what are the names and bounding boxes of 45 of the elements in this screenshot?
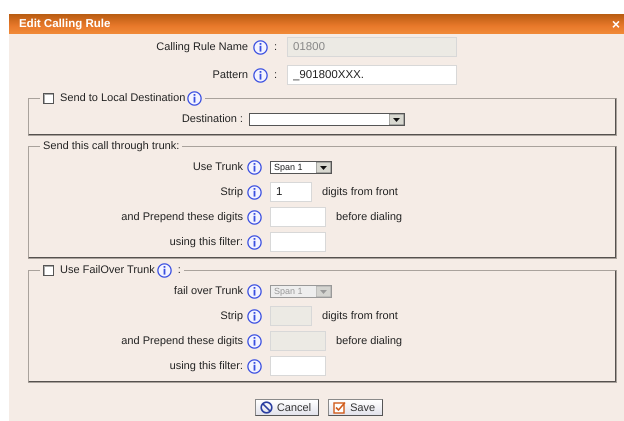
info-icon[interactable] — [247, 184, 262, 200]
field-label: Pattern — [212, 69, 248, 81]
info-icon[interactable] — [247, 358, 262, 374]
info-icon[interactable] — [247, 210, 262, 224]
text-field[interactable]: _901800XXX. — [287, 65, 457, 85]
text-field[interactable]: 1 — [270, 182, 312, 202]
text-field[interactable] — [270, 356, 326, 376]
text-field[interactable] — [270, 232, 326, 252]
field-label: Destination : — [180, 113, 243, 125]
field-hint: digits from front — [322, 186, 398, 198]
cancel-icon — [260, 401, 273, 414]
field-hint: digits from front — [322, 310, 398, 322]
dialog-title: Edit Calling Rule — [19, 18, 110, 30]
field-label: using this filter: — [168, 360, 243, 372]
field-label: and Prepend these digits — [120, 335, 243, 347]
info-icon[interactable] — [253, 68, 268, 82]
text-field[interactable] — [270, 207, 326, 227]
field-label: Strip — [219, 310, 243, 322]
colon: : — [274, 41, 278, 53]
section-title: Send this call through trunk: — [43, 140, 180, 153]
checkbox-icon — [333, 401, 346, 414]
field-label: and Prepend these digits — [120, 211, 243, 223]
caret-icon[interactable] — [389, 114, 404, 124]
field-label: fail over Trunk — [172, 285, 243, 297]
cancel-button[interactable]: Cancel — [254, 399, 320, 416]
info-icon[interactable] — [156, 263, 172, 278]
section-title: Use FailOver Trunk — [60, 264, 155, 277]
dropdown[interactable]: Span 1 — [270, 160, 332, 174]
info-icon[interactable] — [247, 234, 262, 250]
checkbox[interactable] — [43, 265, 54, 276]
colon: : — [274, 69, 278, 81]
field-label: Strip — [219, 186, 243, 198]
colon: : — [178, 264, 181, 277]
field-hint: before dialing — [336, 211, 402, 223]
info-icon[interactable] — [247, 160, 262, 174]
field-hint: before dialing — [336, 335, 402, 347]
field-label: Use Trunk — [192, 161, 243, 173]
dropdown[interactable] — [249, 112, 405, 126]
field-label: using this filter: — [168, 236, 243, 248]
caret-icon[interactable] — [316, 162, 331, 172]
section-title: Send to Local Destination — [60, 92, 186, 105]
checkbox[interactable] — [43, 93, 54, 104]
field-label: Calling Rule Name — [155, 41, 248, 53]
save-button[interactable]: Save — [328, 399, 384, 416]
info-icon[interactable] — [187, 91, 202, 106]
